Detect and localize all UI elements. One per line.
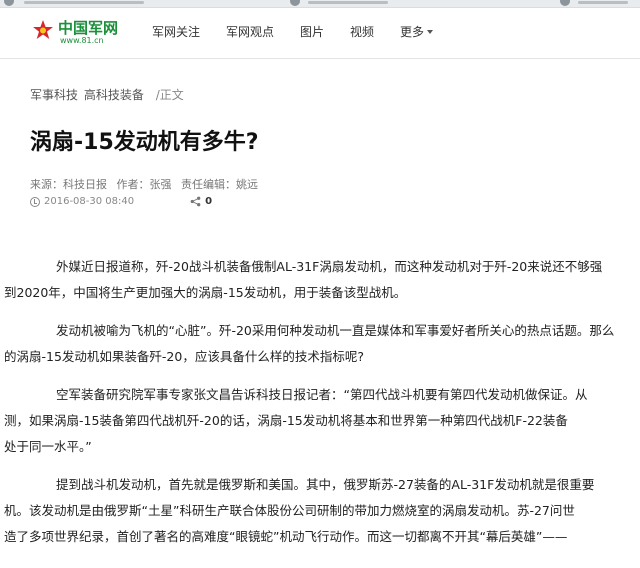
- chevron-down-icon: [427, 30, 434, 34]
- article-date-share: 2016-08-30 08:40 0: [30, 196, 212, 207]
- article-meta: 来源：科技日报 作者：张强 责任编辑：姚远: [30, 176, 258, 192]
- browser-tab[interactable]: [24, 1, 144, 4]
- paragraph-line: 外媒近日报道称，歼-20战斗机装备俄制AL-31F涡扇发动机，而这种发动机对于歼…: [56, 259, 603, 274]
- paragraph-line: 处于同一水平。”: [4, 439, 92, 454]
- paragraph-line: 提到战斗机发动机，首先就是俄罗斯和美国。其中，俄罗斯苏-27装备的AL-31F发…: [56, 477, 595, 492]
- article-body: 外媒近日报道称，歼-20战斗机装备俄制AL-31F涡扇发动机，而这种发动机对于歼…: [4, 254, 640, 562]
- article-paragraph: 发动机被喻为飞机的“心脏”。歼-20采用何种发动机一直是媒体和军事爱好者所关心的…: [4, 318, 640, 370]
- article-paragraph: 外媒近日报道称，歼-20战斗机装备俄制AL-31F涡扇发动机，而这种发动机对于歼…: [4, 254, 640, 306]
- paragraph-line: 机。该发动机是由俄罗斯“土星”科研生产联合体股份公司研制的带加力燃烧室的涡扇发动…: [4, 503, 575, 518]
- breadcrumb-item-high-tech-equipment[interactable]: 高科技装备: [84, 88, 144, 102]
- nav-more-label: 更多: [400, 25, 425, 39]
- clock-icon: [30, 196, 40, 207]
- paragraph-line: 测，如果涡扇-15装备第四代战机歼-20的话，涡扇-15发动机将基本和世界第一种…: [4, 413, 568, 428]
- browser-tab-icon[interactable]: [4, 0, 14, 6]
- article-paragraph: 空军装备研究院军事专家张文昌告诉科技日报记者：“第四代战斗机要有第四代发动机做保…: [4, 382, 640, 460]
- article-date: 2016-08-30 08:40: [44, 196, 135, 207]
- browser-tab[interactable]: [578, 1, 628, 4]
- nav-item-junwang-guanzhu[interactable]: 军网关注: [152, 23, 200, 40]
- site-header: 中国军网 www.81.cn 军网关注 军网观点 图片 视频 更多: [0, 8, 640, 59]
- browser-tab[interactable]: [308, 1, 388, 4]
- nav-item-videos[interactable]: 视频: [350, 23, 374, 40]
- breadcrumb: 军事科技 高科技装备 /正文: [30, 86, 186, 103]
- article-paragraph: 提到战斗机发动机，首先就是俄罗斯和美国。其中，俄罗斯苏-27装备的AL-31F发…: [4, 472, 640, 550]
- nav-item-more[interactable]: 更多: [400, 23, 434, 40]
- article-source: 来源：科技日报: [30, 178, 107, 191]
- paragraph-line: 空军装备研究院军事专家张文昌告诉科技日报记者：“第四代战斗机要有第四代发动机做保…: [56, 387, 588, 402]
- logo-url: www.81.cn: [60, 36, 104, 45]
- share-count: 0: [205, 196, 213, 207]
- breadcrumb-item-military-tech[interactable]: 军事科技: [30, 88, 78, 102]
- browser-chrome-strip: [0, 0, 640, 8]
- logo-star-icon: [33, 20, 53, 39]
- paragraph-line: 发动机被喻为飞机的“心脏”。歼-20采用何种发动机一直是媒体和军事爱好者所关心的…: [56, 323, 615, 338]
- article-editor: 责任编辑：姚远: [181, 178, 258, 191]
- paragraph-line: 到2020年，中国将生产更加强大的涡扇-15发动机，用于装备该型战机。: [4, 285, 407, 300]
- breadcrumb-current: /正文: [155, 88, 184, 102]
- nav-item-junwang-guandian[interactable]: 军网观点: [226, 23, 274, 40]
- article-author: 作者：张强: [116, 178, 172, 191]
- browser-tab-icon[interactable]: [290, 0, 300, 6]
- paragraph-line: 的涡扇-15发动机如果装备歼-20，应该具备什么样的技术指标呢?: [4, 349, 364, 364]
- site-logo[interactable]: 中国军网 www.81.cn: [32, 16, 122, 50]
- browser-tab-icon[interactable]: [560, 0, 570, 6]
- logo-text: 中国军网: [58, 19, 119, 37]
- article-title: 涡扇-15发动机有多牛?: [30, 130, 259, 155]
- nav-item-pictures[interactable]: 图片: [300, 23, 324, 40]
- share-icon[interactable]: [190, 196, 201, 207]
- paragraph-line: 造了多项世界纪录，首创了著名的高难度“眼镜蛇”机动飞行动作。而这一切都离不开其“…: [4, 529, 568, 544]
